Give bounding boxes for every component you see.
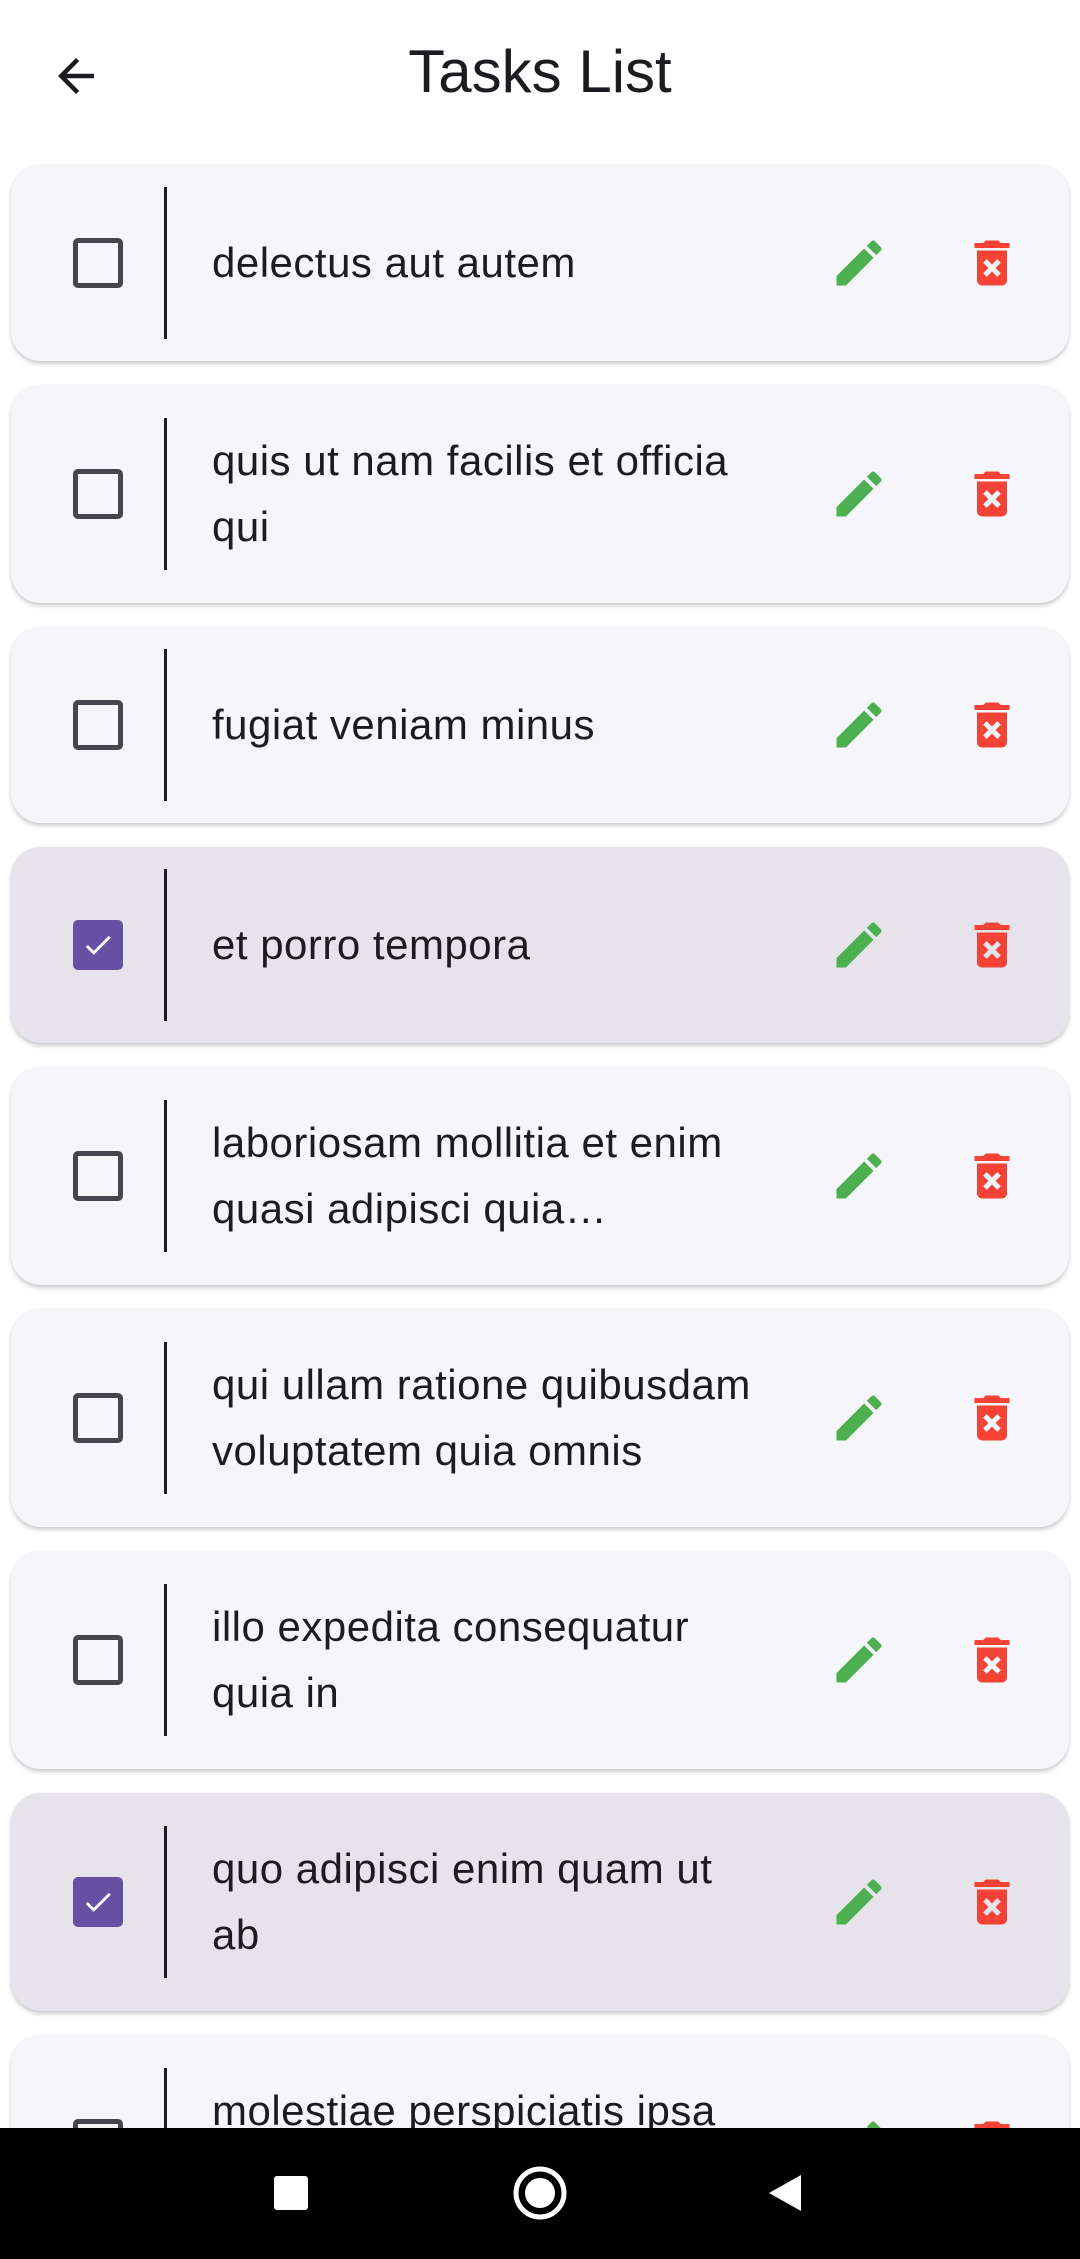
task-checkbox[interactable] [73, 1877, 123, 1927]
task-checkbox[interactable] [73, 238, 123, 288]
delete-button[interactable] [956, 1140, 1028, 1212]
pencil-icon [836, 702, 882, 748]
task-card: delectus aut autem [11, 165, 1069, 361]
recents-button[interactable] [246, 2148, 336, 2238]
delete-button[interactable] [956, 227, 1028, 299]
divider [164, 1342, 167, 1494]
divider [164, 187, 167, 339]
trash-x-icon [974, 1879, 1010, 1925]
edit-button[interactable] [823, 689, 895, 761]
trash-x-icon [974, 1153, 1010, 1199]
page-title: Tasks List [408, 38, 672, 105]
divider [164, 418, 167, 570]
delete-button[interactable] [956, 909, 1028, 981]
task-checkbox[interactable] [73, 2119, 123, 2128]
divider [164, 1584, 167, 1736]
check-icon [85, 935, 111, 955]
pencil-icon [836, 922, 882, 968]
app-bar: Tasks List [0, 0, 1080, 150]
delete-button[interactable] [956, 1382, 1028, 1454]
task-title: laboriosam mollitia et enim quasi adipis… [212, 1119, 723, 1232]
home-button[interactable] [495, 2148, 585, 2238]
pencil-icon [836, 1637, 882, 1683]
task-title: quis ut nam facilis et officia qui [212, 437, 729, 550]
task-card: molestiae perspiciatis ipsa [11, 2035, 1069, 2128]
task-checkbox[interactable] [73, 469, 123, 519]
divider [164, 1826, 167, 1978]
edit-button[interactable] [823, 909, 895, 981]
task-list[interactable]: delectus aut autem quis ut nam facilis e… [0, 150, 1080, 2128]
task-card: quis ut nam facilis et officia qui [11, 385, 1069, 603]
delete-button[interactable] [956, 689, 1028, 761]
task-checkbox[interactable] [73, 920, 123, 970]
edit-button[interactable] [823, 2108, 895, 2128]
trash-x-icon [974, 240, 1010, 286]
divider [164, 649, 167, 801]
task-card: laboriosam mollitia et enim quasi adipis… [11, 1067, 1069, 1285]
task-title: molestiae perspiciatis ipsa [212, 2087, 716, 2128]
edit-button[interactable] [823, 227, 895, 299]
trash-x-icon [974, 1637, 1010, 1683]
trash-x-icon [974, 2121, 1010, 2128]
task-title: delectus aut autem [212, 239, 576, 286]
task-card: fugiat veniam minus [11, 627, 1069, 823]
trash-x-icon [974, 702, 1010, 748]
task-title: fugiat veniam minus [212, 701, 596, 748]
task-checkbox[interactable] [73, 700, 123, 750]
task-card: illo expedita consequatur quia in [11, 1551, 1069, 1769]
pencil-icon [866, 2121, 881, 2128]
task-card: et porro tempora [11, 847, 1069, 1043]
pencil-icon [836, 1879, 882, 1925]
task-title: et porro tempora [212, 921, 531, 968]
pencil-icon [836, 240, 882, 286]
delete-button[interactable] [956, 1866, 1028, 1938]
task-card: quo adipisci enim quam ut ab [11, 1793, 1069, 2011]
trash-x-icon [974, 922, 1010, 968]
edit-button[interactable] [823, 1624, 895, 1696]
edit-button[interactable] [823, 1382, 895, 1454]
nav-back-button[interactable] [740, 2148, 830, 2238]
pencil-icon [836, 1153, 882, 1199]
delete-button[interactable] [956, 458, 1028, 530]
divider [164, 1100, 167, 1252]
pencil-icon [836, 1395, 882, 1441]
check-icon [85, 1892, 111, 1912]
trash-x-icon [974, 1395, 1010, 1441]
edit-button[interactable] [823, 1140, 895, 1212]
task-checkbox[interactable] [73, 1151, 123, 1201]
pencil-icon [836, 471, 882, 517]
delete-button[interactable] [956, 1624, 1028, 1696]
task-checkbox[interactable] [73, 1393, 123, 1443]
task-checkbox[interactable] [73, 1635, 123, 1685]
task-title: quo adipisci enim quam ut ab [212, 1845, 713, 1958]
task-title: illo expedita consequatur quia in [212, 1603, 690, 1716]
circle-icon [513, 2166, 567, 2220]
task-card: qui ullam ratione quibusdam voluptatem q… [11, 1309, 1069, 1527]
delete-button[interactable] [956, 2108, 1028, 2128]
divider [164, 869, 167, 1021]
system-nav-bar [0, 2128, 1080, 2259]
task-title: qui ullam ratione quibusdam voluptatem q… [212, 1361, 751, 1474]
edit-button[interactable] [823, 1866, 895, 1938]
divider [164, 2068, 167, 2128]
square-icon [274, 2176, 308, 2210]
triangle-back-icon [769, 2175, 801, 2211]
trash-x-icon [974, 471, 1010, 517]
edit-button[interactable] [823, 458, 895, 530]
